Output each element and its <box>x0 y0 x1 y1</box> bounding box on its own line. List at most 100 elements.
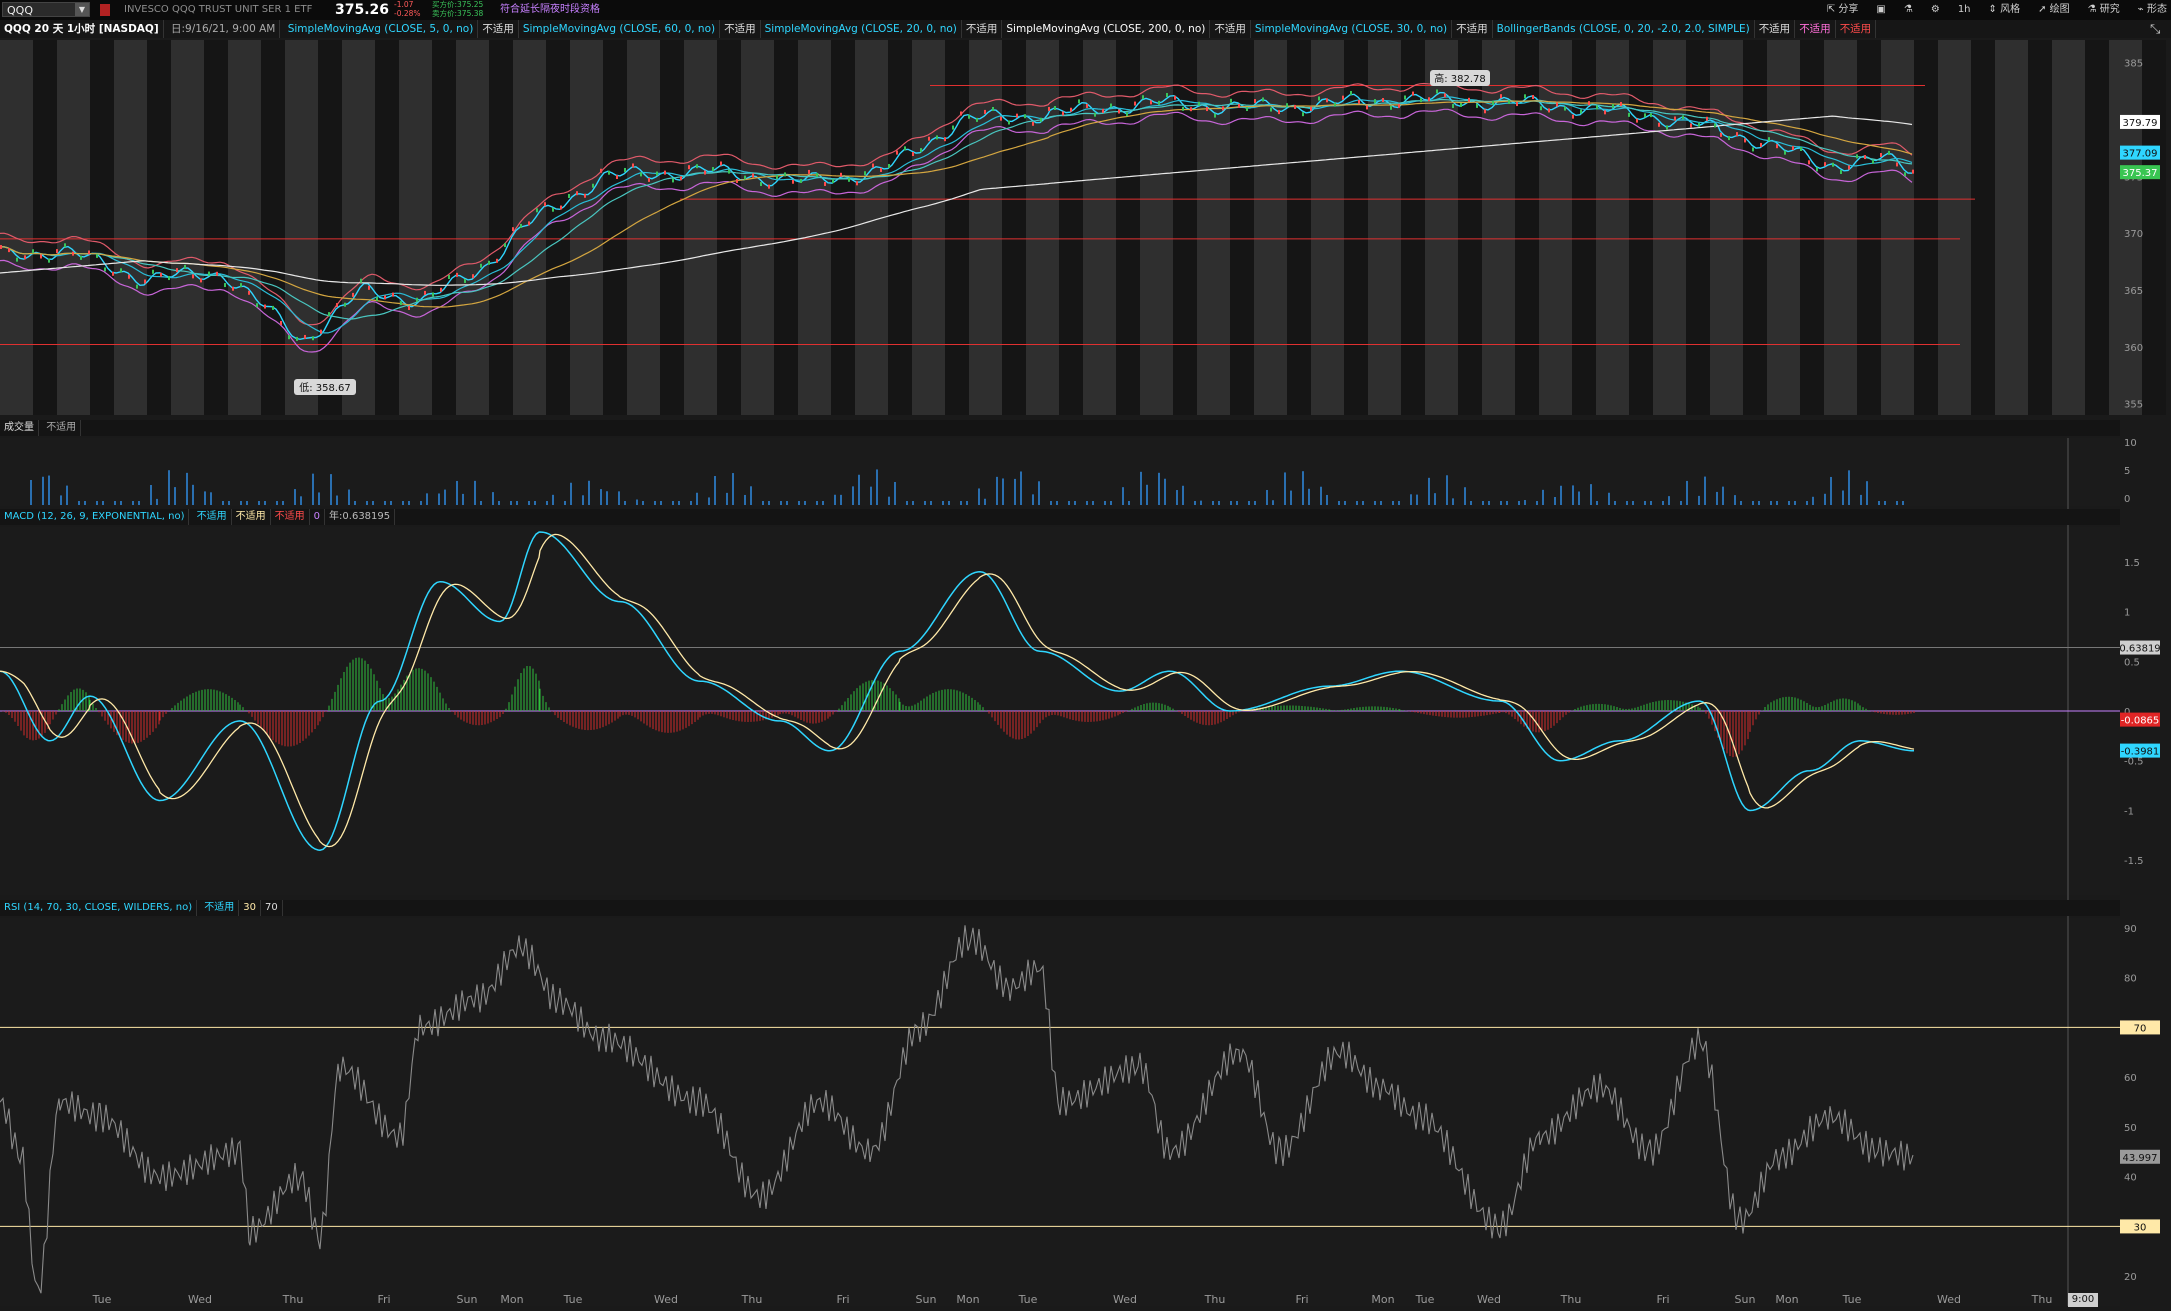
volume-bar <box>1392 501 1394 505</box>
session-stripe <box>1653 40 1686 415</box>
volume-bar <box>150 484 152 505</box>
candle <box>1492 100 1494 105</box>
x-axis-label: Fri <box>1656 1293 1669 1306</box>
candle <box>344 302 346 307</box>
volume-bar <box>1068 501 1070 505</box>
candle <box>440 287 442 292</box>
candle <box>408 305 410 310</box>
volume-bar <box>816 501 818 505</box>
volume-bar <box>222 501 224 505</box>
rsi-tick: 40 <box>2124 1173 2137 1184</box>
volume-bar <box>1614 501 1616 505</box>
candle <box>280 320 282 325</box>
price-tag: 379.79 <box>2120 114 2160 129</box>
volume-bar <box>966 501 968 505</box>
volume-bar <box>408 501 410 505</box>
candle <box>1636 118 1638 123</box>
volume-bar <box>1794 501 1796 505</box>
candle <box>1548 108 1550 113</box>
volume-bar <box>204 491 206 505</box>
volume-bar <box>636 499 638 505</box>
candle <box>112 271 114 276</box>
candle <box>576 191 578 196</box>
candle <box>168 276 170 281</box>
candle <box>1278 110 1280 115</box>
x-axis-label: Tue <box>1018 1293 1038 1306</box>
volume-bar <box>840 494 842 505</box>
volume-bar <box>1302 471 1304 505</box>
candle <box>1374 99 1376 104</box>
session-stripe <box>1710 40 1743 415</box>
candle <box>216 271 218 276</box>
candle <box>296 336 298 341</box>
x-axis-label: Mon <box>1371 1293 1394 1306</box>
candle <box>760 182 762 187</box>
session-stripe <box>717 40 741 415</box>
volume-bar <box>1668 496 1670 505</box>
volume-bar <box>570 482 572 505</box>
candle <box>792 179 794 184</box>
volume-bar <box>546 501 548 505</box>
x-axis-label: Tue <box>1842 1293 1862 1306</box>
candle <box>360 278 362 283</box>
volume-bar <box>96 501 98 505</box>
volume-bar <box>732 473 734 505</box>
volume-bar <box>1050 501 1052 505</box>
candle <box>376 296 378 301</box>
candle <box>1468 97 1470 102</box>
volume-bar <box>138 501 140 505</box>
pane-value: 0 <box>310 509 326 525</box>
session-stripe <box>945 40 969 415</box>
candle <box>1612 104 1614 109</box>
session-stripe <box>1425 40 1458 415</box>
session-stripe <box>1482 40 1515 415</box>
volume-bar <box>708 497 710 505</box>
candle <box>800 178 802 183</box>
candle <box>1904 172 1906 177</box>
x-axis-label: Sun <box>457 1293 478 1306</box>
candle <box>224 283 226 288</box>
volume-bar <box>1806 501 1808 505</box>
candle <box>1658 122 1660 127</box>
session-stripe <box>1311 40 1344 415</box>
volume-bar <box>1110 501 1112 505</box>
candle <box>1856 154 1858 159</box>
volume-bar <box>660 501 662 505</box>
candle <box>1420 98 1422 103</box>
volume-bar <box>996 476 998 505</box>
session-stripe <box>660 40 684 415</box>
candle <box>496 258 498 263</box>
price-tag-text: 379.79 <box>2123 118 2158 129</box>
session-stripe <box>228 40 261 415</box>
x-axis-label: Thu <box>2031 1293 2053 1306</box>
candle <box>176 268 178 273</box>
x-axis-label: Fri <box>1295 1293 1308 1306</box>
pane-value: 不适用 <box>271 509 310 525</box>
volume-bar <box>1536 501 1538 505</box>
macd-tag: -0.0865 <box>2120 712 2160 727</box>
candle <box>368 285 370 290</box>
session-stripe <box>489 40 513 415</box>
volume-bar <box>228 501 230 505</box>
candle <box>968 114 970 119</box>
volume-bar <box>528 501 530 505</box>
candle <box>1142 95 1144 100</box>
volume-bar <box>1344 501 1346 505</box>
pane-value: 不适用 <box>193 509 232 525</box>
volume-bar <box>1104 501 1106 505</box>
candle <box>264 304 266 309</box>
candle <box>1728 136 1730 141</box>
chart-canvas[interactable]: 高: 382.78低: 358.673853803753703653603553… <box>0 0 2171 1311</box>
candle <box>1032 121 1034 126</box>
volume-label: 成交量 <box>0 420 39 436</box>
volume-bar <box>336 495 338 505</box>
volume-bar <box>624 501 626 505</box>
volume-bar <box>1596 501 1598 505</box>
candle <box>912 152 914 157</box>
volume-bar <box>798 501 800 505</box>
candle <box>920 148 922 153</box>
candle <box>448 275 450 280</box>
volume-bar <box>1572 485 1574 505</box>
candle <box>56 249 58 254</box>
volume-bar <box>780 501 782 505</box>
